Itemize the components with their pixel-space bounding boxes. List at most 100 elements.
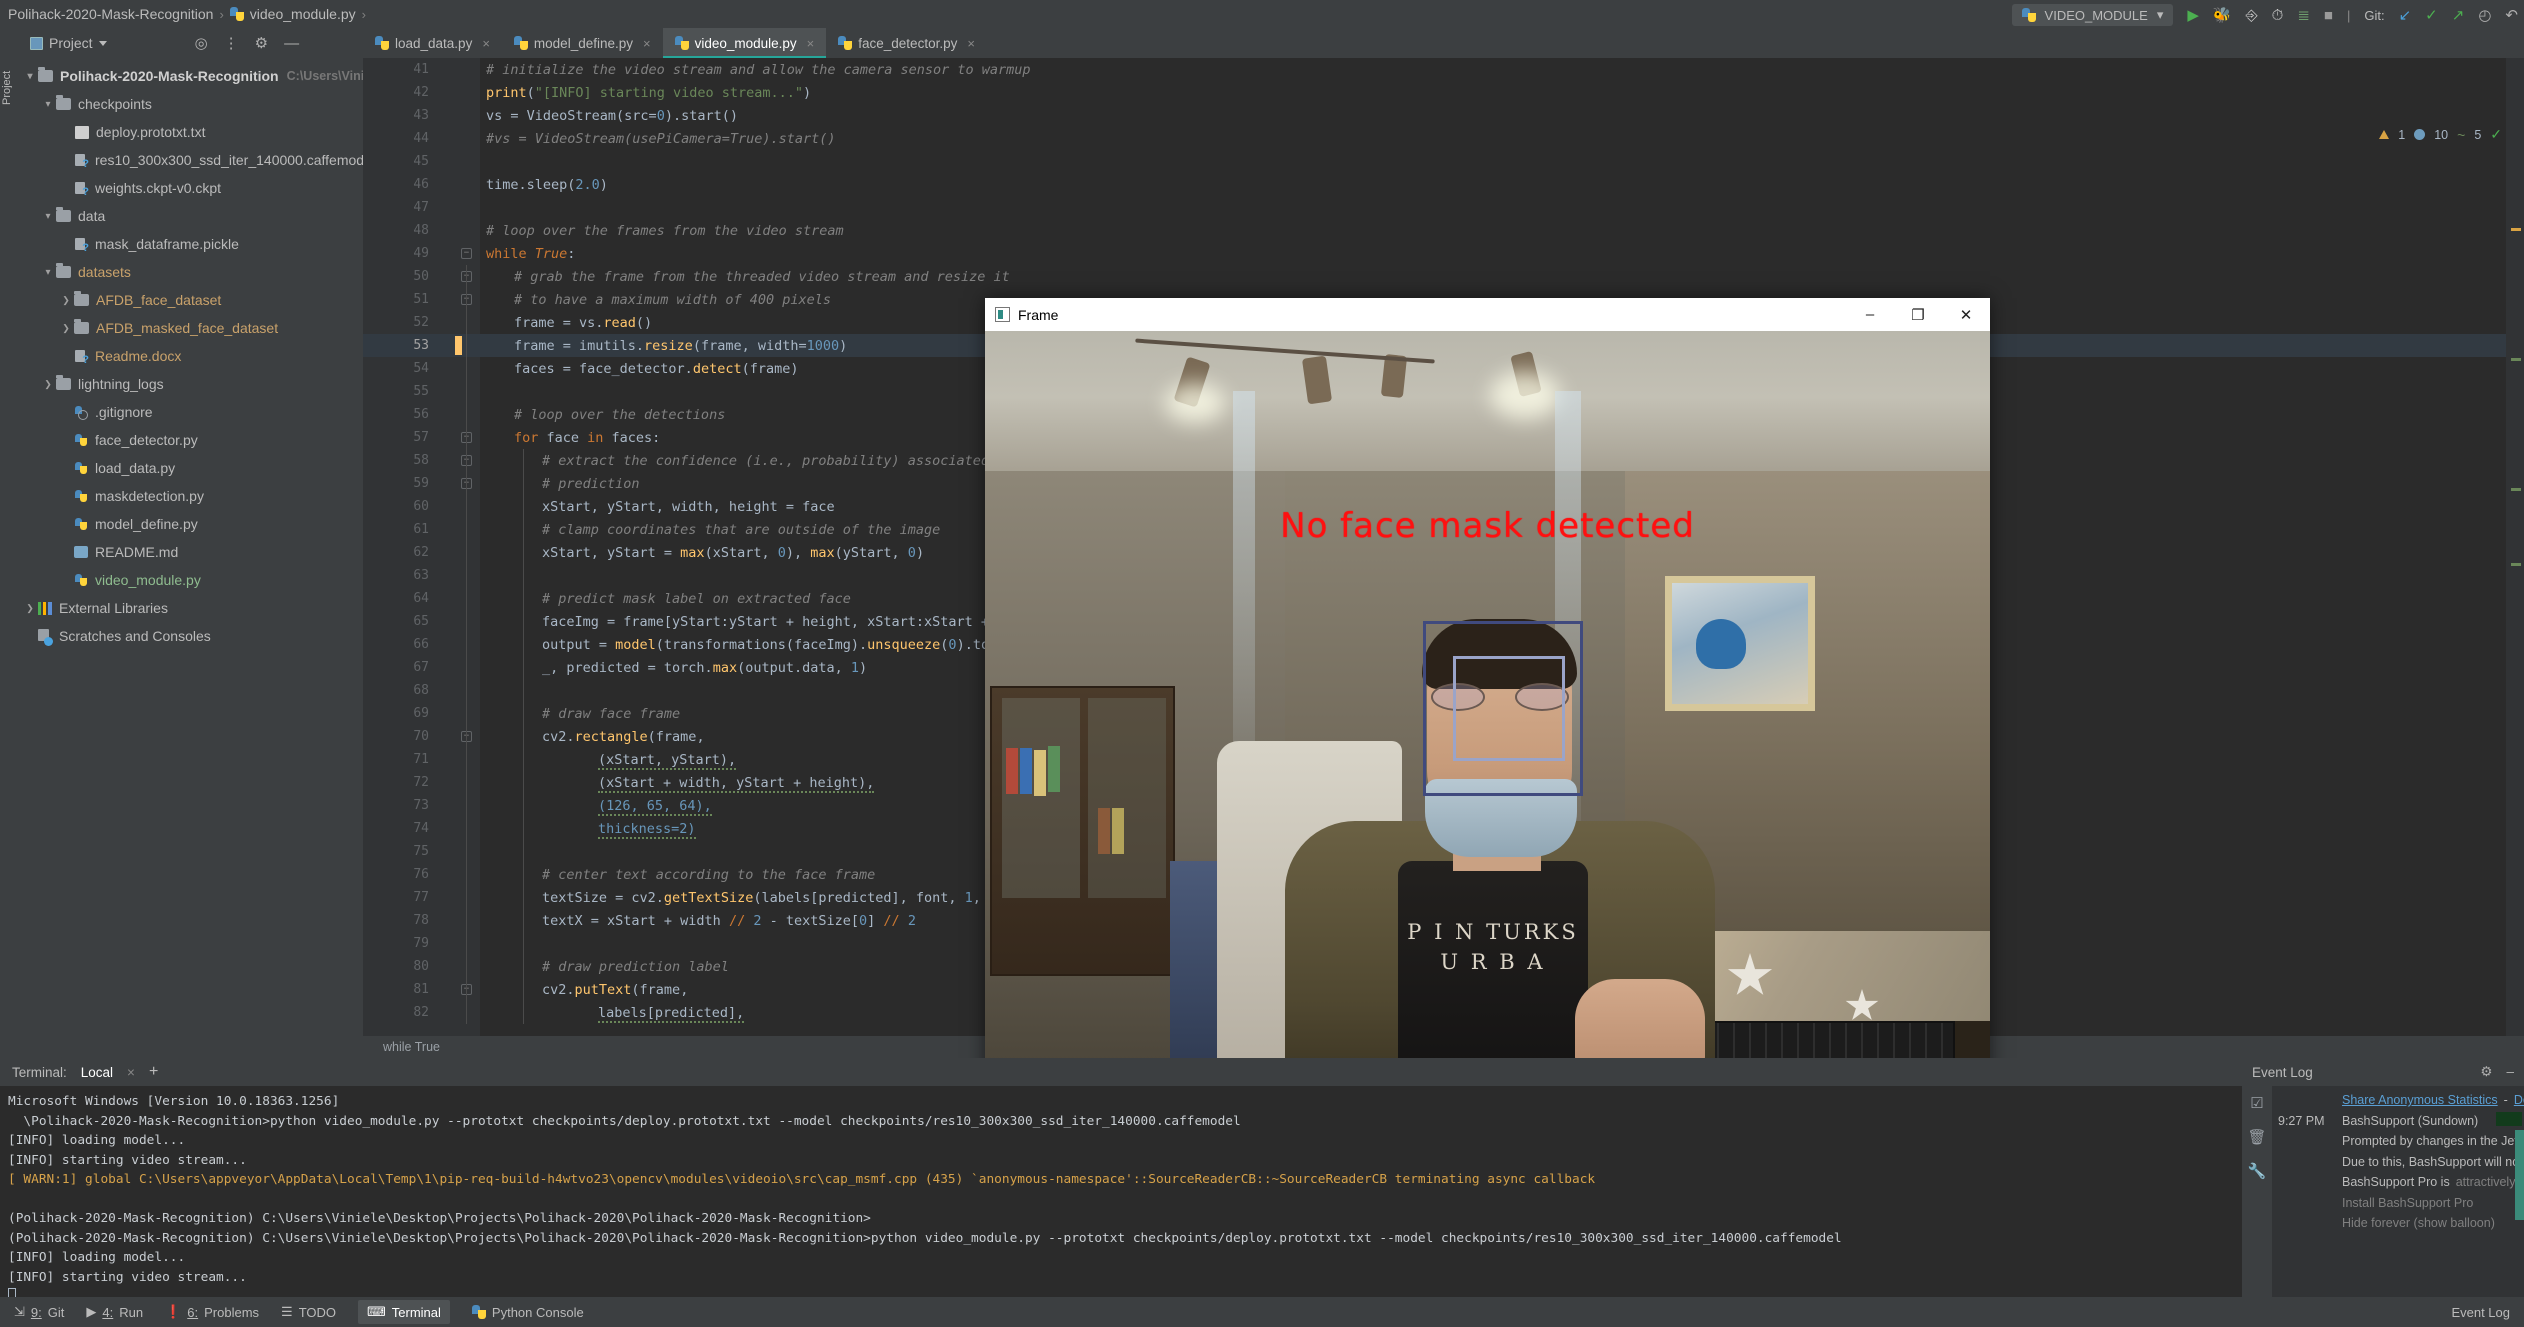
tree-row-root[interactable]: ▾ Polihack-2020-Mask-Recognition C:\User…	[12, 62, 363, 90]
tree-row-face-detector-py[interactable]: face_detector.py	[12, 426, 363, 454]
status-item-python-console[interactable]: Python Console	[471, 1305, 584, 1320]
inspection-status-widget[interactable]: 1 10 ~ 5 ✓	[2379, 126, 2502, 143]
tab-load-data[interactable]: load_data.py ×	[363, 28, 502, 58]
profile-icon[interactable]: ⏱	[2272, 8, 2284, 23]
code-line[interactable]: 44 #vs = VideoStream(usePiCamera=True).st…	[363, 127, 2524, 150]
chevron-right-icon[interactable]: ❯	[58, 295, 74, 306]
project-tree[interactable]: ▾ Polihack-2020-Mask-Recognition C:\User…	[12, 58, 363, 1058]
run-configuration-selector[interactable]: VIDEO_MODULE ▾	[2011, 4, 2174, 26]
code-fold-toggle[interactable]: −	[461, 248, 472, 259]
code-line[interactable]: 47	[363, 196, 2524, 219]
event-log-row[interactable]: Prompted by changes in the JetBrai	[2272, 1131, 2524, 1152]
tab-face-detector[interactable]: face_detector.py ×	[826, 28, 987, 58]
minimize-icon[interactable]: –	[2506, 1064, 2514, 1080]
close-icon[interactable]: ×	[127, 1065, 135, 1080]
tree-row-afdb-face-dataset[interactable]: ❯ AFDB_face_dataset	[12, 286, 363, 314]
event-message[interactable]: Share Anonymous Statistics	[2342, 1091, 2498, 1110]
close-icon[interactable]: ×	[807, 36, 815, 51]
tree-row-weights-ckpt-v0-ckpt[interactable]: weights.ckpt-v0.ckpt	[12, 174, 363, 202]
tree-row-video-module-py[interactable]: video_module.py	[12, 566, 363, 594]
code-line[interactable]: 42 print("[INFO] starting video stream...…	[363, 81, 2524, 104]
code-line[interactable]: 49 − while True:	[363, 242, 2524, 265]
tree-row-external-libraries[interactable]: ❯ External Libraries	[12, 594, 363, 622]
status-event-log-label[interactable]: Event Log	[2451, 1305, 2510, 1320]
code-line[interactable]: 45	[363, 150, 2524, 173]
status-item-git[interactable]: ⇲ 9: Git	[14, 1304, 64, 1320]
chevron-down-icon[interactable]: ▾	[40, 211, 56, 222]
minimize-icon[interactable]: –	[1846, 298, 1894, 331]
event-log-row[interactable]: Hide forever (show balloon)	[2272, 1213, 2524, 1234]
tree-row-deploy-prototxt-txt[interactable]: deploy.prototxt.txt	[12, 118, 363, 146]
code-line[interactable]: 43 vs = VideoStream(src=0).start()	[363, 104, 2524, 127]
settings-gear-icon[interactable]: ⚙	[255, 36, 268, 51]
chevron-down-icon[interactable]	[98, 40, 107, 46]
tab-video-module[interactable]: video_module.py ×	[662, 28, 827, 58]
wrench-icon[interactable]: 🔧	[2248, 1162, 2267, 1180]
tree-row-readme-md[interactable]: README.md	[12, 538, 363, 566]
tree-row-maskdetection-py[interactable]: maskdetection.py	[12, 482, 363, 510]
tab-model-define[interactable]: model_define.py ×	[501, 28, 663, 58]
code-line[interactable]: 46 time.sleep(2.0)	[363, 173, 2524, 196]
target-icon[interactable]: ◎	[195, 36, 208, 51]
gear-icon[interactable]: ⚙	[2480, 1064, 2492, 1080]
run-button[interactable]: ▶	[2187, 8, 2199, 23]
tree-row-checkpoints[interactable]: ▾ checkpoints	[12, 90, 363, 118]
status-item-terminal[interactable]: ⌨ Terminal	[358, 1300, 450, 1324]
git-commit-icon[interactable]: ✓	[2425, 8, 2438, 23]
git-rollback-icon[interactable]: ↶	[2505, 8, 2518, 23]
event-log-row[interactable]: Install BashSupport Pro	[2272, 1193, 2524, 1214]
close-icon[interactable]: ×	[643, 36, 651, 51]
tree-row-load-data-py[interactable]: load_data.py	[12, 454, 363, 482]
tree-row-model-define-py[interactable]: model_define.py	[12, 510, 363, 538]
add-terminal-session-button[interactable]: +	[149, 1063, 158, 1081]
event-log-row[interactable]: BashSupport Pro is attractively pric	[2272, 1172, 2524, 1193]
git-push-icon[interactable]: ↗	[2452, 8, 2465, 23]
debug-bug-icon[interactable]: 🐝	[2213, 8, 2232, 23]
code-line[interactable]: 50−# grab the frame from the threaded vi…	[363, 265, 2524, 288]
chevron-right-icon[interactable]: ❯	[58, 323, 74, 334]
chevron-right-icon[interactable]: ❯	[22, 603, 38, 614]
tree-row-data[interactable]: ▾ data	[12, 202, 363, 230]
event-log-content[interactable]: Share Anonymous Statistics - Don't9:27 P…	[2272, 1086, 2524, 1313]
breadcrumb-project[interactable]: Polihack-2020-Mask-Recognition	[8, 6, 213, 22]
event-log-row[interactable]: 9:27 PM BashSupport (Sundown)	[2272, 1111, 2524, 1132]
code-line[interactable]: 41 # initialize the video stream and allo…	[363, 58, 2524, 81]
git-history-icon[interactable]: ◴	[2478, 8, 2491, 23]
terminal-session-local[interactable]: Local	[81, 1065, 113, 1080]
tree-row-datasets[interactable]: ▾ datasets	[12, 258, 363, 286]
hide-panel-icon[interactable]: —	[284, 36, 299, 51]
chevron-down-icon[interactable]: ▾	[2157, 7, 2164, 23]
tree-row-readme-docx[interactable]: Readme.docx	[12, 342, 363, 370]
tree-row-afdb-masked-face-dataset[interactable]: ❯ AFDB_masked_face_dataset	[12, 314, 363, 342]
breadcrumb-file[interactable]: video_module.py	[250, 6, 356, 22]
tree-row-scratches-and-consoles[interactable]: Scratches and Consoles	[12, 622, 363, 650]
opencv-frame-window[interactable]: Frame – ❐ ✕ P I N TURKS U R B A No face …	[985, 298, 1990, 1084]
tree-row--gitignore[interactable]: .gitignore	[12, 398, 363, 426]
close-icon[interactable]: ×	[482, 36, 490, 51]
tree-row-res10-300x300-ssd-iter-140000-caffemodel[interactable]: res10_300x300_ssd_iter_140000.caffemodel	[12, 146, 363, 174]
frame-window-titlebar[interactable]: Frame – ❐ ✕	[985, 298, 1990, 331]
tree-row-lightning-logs[interactable]: ❯ lightning_logs	[12, 370, 363, 398]
git-update-icon[interactable]: ↙	[2399, 8, 2412, 23]
inspection-scrollbar[interactable]	[2506, 58, 2524, 1058]
close-icon[interactable]: ×	[967, 36, 975, 51]
event-link-secondary[interactable]: Don't	[2514, 1091, 2524, 1110]
code-line[interactable]: 48 # loop over the frames from the video …	[363, 219, 2524, 242]
chevron-right-icon[interactable]: ❯	[40, 379, 56, 390]
tree-row-mask-dataframe-pickle[interactable]: mask_dataframe.pickle	[12, 230, 363, 258]
project-tool-label[interactable]: Project	[0, 35, 107, 51]
status-item-problems[interactable]: ❗ 6: Problems	[165, 1304, 259, 1320]
close-icon[interactable]: ✕	[1942, 298, 1990, 331]
mark-read-icon[interactable]: ☑	[2250, 1094, 2263, 1112]
chevron-down-icon[interactable]: ▾	[40, 267, 56, 278]
event-log-scrollbar[interactable]	[2515, 1130, 2524, 1220]
run-with-icon[interactable]: ≣	[2297, 8, 2310, 23]
chevron-down-icon[interactable]: ▾	[40, 99, 56, 110]
collapse-all-icon[interactable]: ⋮	[224, 36, 239, 51]
terminal-output[interactable]: Microsoft Windows [Version 10.0.18363.12…	[0, 1086, 2242, 1313]
coverage-icon[interactable]: ⎆	[2246, 8, 2258, 23]
event-log-row[interactable]: Due to this, BashSupport will not	[2272, 1152, 2524, 1173]
trash-icon[interactable]: 🗑	[2247, 1128, 2266, 1146]
stop-button[interactable]: ■	[2324, 8, 2333, 23]
event-log-row[interactable]: Share Anonymous Statistics - Don't	[2272, 1090, 2524, 1111]
